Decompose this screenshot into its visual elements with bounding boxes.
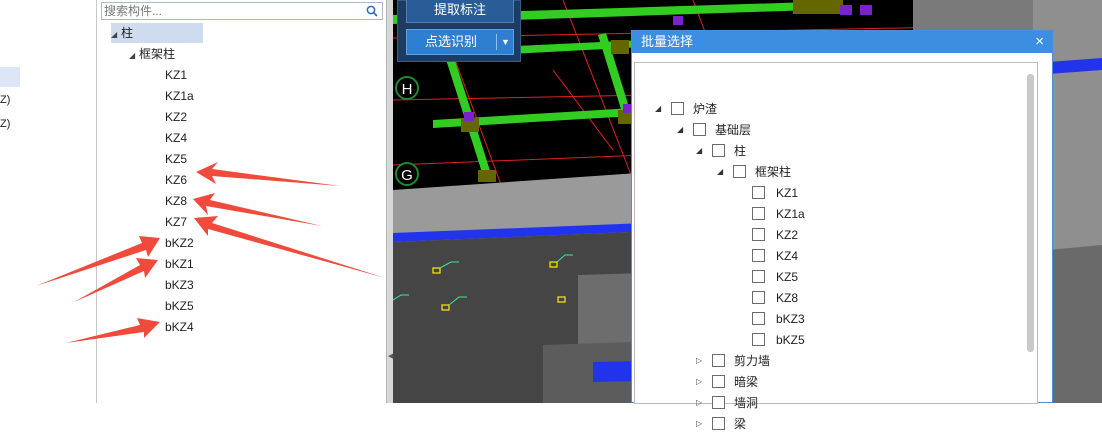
dialog-scrollbar[interactable] <box>1027 74 1034 352</box>
tree-leaf-kz6[interactable]: KZ6 <box>165 170 187 190</box>
tree-node-label: 基础层 <box>715 123 752 137</box>
tree-node-label: 梁 <box>734 417 747 431</box>
tree-leaf-kz1[interactable]: KZ1 <box>165 65 187 85</box>
tree-leaf-kz1a[interactable]: KZ1a <box>165 86 194 106</box>
recognition-toolbox: 提取标注 点选识别 ▼ <box>397 0 521 62</box>
tree-node-label: 框架柱 <box>755 165 792 179</box>
extract-annotation-button[interactable]: 提取标注 <box>406 0 514 23</box>
pick-recognize-label: 点选识别 <box>424 34 477 49</box>
checkbox[interactable] <box>671 102 684 115</box>
tree-node-frame-column[interactable]: ◢ 框架柱 <box>129 44 175 64</box>
tree-node-column[interactable]: ◢ 柱 <box>111 23 203 43</box>
item-label: KZ4 <box>776 249 799 263</box>
tree-node-label: 柱 <box>121 26 134 40</box>
checkbox[interactable] <box>712 375 725 388</box>
tree-leaf-kz2[interactable]: KZ2 <box>165 107 187 127</box>
dialog-title: 批量选择 <box>641 34 694 49</box>
close-icon[interactable]: × <box>1035 31 1044 53</box>
dialog-titlebar[interactable]: 批量选择 × <box>632 31 1052 53</box>
checkbox[interactable] <box>752 249 765 262</box>
pick-recognize-button[interactable]: 点选识别 ▼ <box>406 29 514 55</box>
search-icon[interactable] <box>366 5 378 17</box>
tree-leaf-bkz1[interactable]: bKZ1 <box>165 254 194 274</box>
tree-leaf-bkz5[interactable]: bKZ5 <box>165 296 194 316</box>
tree-node-label: 墙洞 <box>734 396 759 410</box>
button-separator <box>496 34 497 50</box>
collapsed-triangle-icon[interactable]: ▷ <box>696 393 706 413</box>
expanded-triangle-icon[interactable]: ◢ <box>677 120 687 140</box>
search-input[interactable] <box>104 3 359 19</box>
expanded-triangle-icon[interactable]: ◢ <box>111 25 121 45</box>
axis-label-h: H <box>395 76 419 100</box>
tree-leaf-bkz4[interactable]: bKZ4 <box>165 317 194 337</box>
checkbox[interactable] <box>712 354 725 367</box>
checkbox[interactable] <box>752 291 765 304</box>
item-label: KZ1 <box>776 186 799 200</box>
checkbox[interactable] <box>752 270 765 283</box>
checkbox[interactable] <box>752 228 765 241</box>
checkbox[interactable] <box>733 165 746 178</box>
checkbox[interactable] <box>712 417 725 430</box>
tree-leaf-kz5[interactable]: KZ5 <box>165 149 187 169</box>
selected-row-strip[interactable] <box>0 67 20 87</box>
tree-node-label: 柱 <box>734 144 747 158</box>
truncated-text: Z) <box>0 94 11 106</box>
checkbox[interactable] <box>693 123 706 136</box>
collapsed-triangle-icon[interactable]: ▷ <box>696 372 706 392</box>
item-label: KZ5 <box>776 270 799 284</box>
item-label: KZ1a <box>776 207 805 221</box>
tree-leaf-kz8[interactable]: KZ8 <box>165 191 187 211</box>
tree-leaf-kz4[interactable]: KZ4 <box>165 128 187 148</box>
item-label: KZ8 <box>776 291 799 305</box>
batch-select-dialog: 批量选择 × ◢ 炉渣 ◢ 基础层 ◢ 柱 ◢ 框架柱 KZ1 KZ1a KZ2… <box>631 30 1053 431</box>
expanded-triangle-icon[interactable]: ◢ <box>717 162 727 182</box>
expanded-triangle-icon[interactable]: ◢ <box>655 99 665 119</box>
tree-leaf-bkz2[interactable]: bKZ2 <box>165 233 194 253</box>
tree-leaf-kz7[interactable]: KZ7 <box>165 212 187 232</box>
item-label: KZ2 <box>776 228 799 242</box>
dialog-tree: ◢ 炉渣 ◢ 基础层 ◢ 柱 ◢ 框架柱 KZ1 KZ1a KZ2 KZ4 KZ… <box>634 62 1038 431</box>
expanded-triangle-icon[interactable]: ◢ <box>129 46 139 66</box>
axis-label-g: G <box>395 162 419 186</box>
checkbox[interactable] <box>752 333 765 346</box>
panel-splitter[interactable]: ◀ <box>386 0 393 403</box>
tree-node-label: 暗梁 <box>734 375 759 389</box>
tree-node-label: 框架柱 <box>139 47 176 61</box>
left-pane: Z) Z) <box>0 0 96 403</box>
component-tree-panel: ◢柱 ◢框架柱 KZ1 KZ1a KZ2 KZ4 KZ5 KZ6 KZ8 KZ7… <box>97 0 387 403</box>
checkbox[interactable] <box>752 312 765 325</box>
chevron-down-icon[interactable]: ▼ <box>501 30 510 54</box>
tree-leaf-bkz3[interactable]: bKZ3 <box>165 275 194 295</box>
tree-node-label: 剪力墙 <box>734 354 771 368</box>
checkbox[interactable] <box>752 186 765 199</box>
item-label: bKZ3 <box>776 312 805 326</box>
checkbox[interactable] <box>712 144 725 157</box>
checkbox[interactable] <box>752 207 765 220</box>
collapsed-triangle-icon[interactable]: ▷ <box>696 351 706 371</box>
item-label: bKZ5 <box>776 333 805 347</box>
tree-node-label: 炉渣 <box>693 102 718 116</box>
expanded-triangle-icon[interactable]: ◢ <box>696 141 706 161</box>
search-box[interactable] <box>101 2 383 20</box>
truncated-text: Z) <box>0 118 11 130</box>
collapsed-triangle-icon[interactable]: ▷ <box>696 414 706 434</box>
